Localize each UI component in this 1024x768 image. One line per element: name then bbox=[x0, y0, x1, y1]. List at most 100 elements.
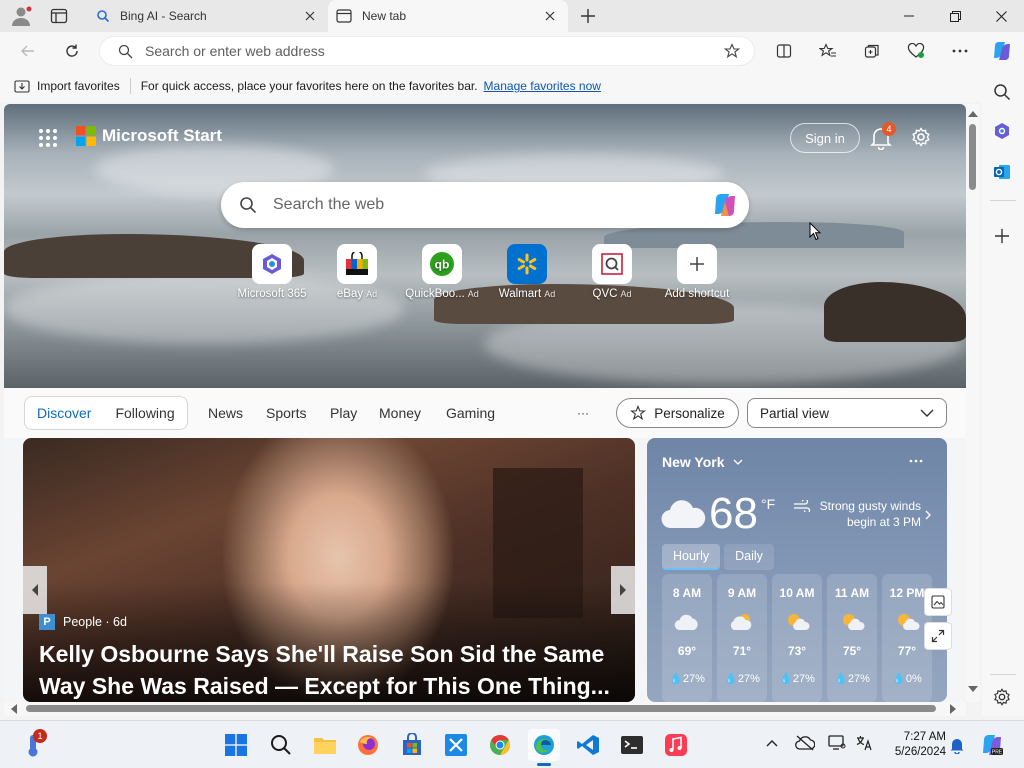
nav-play[interactable]: Play bbox=[330, 396, 357, 430]
address-bar[interactable]: Search or enter web address bbox=[100, 37, 754, 65]
show-hidden-icons-chevron[interactable] bbox=[766, 739, 778, 747]
microsoft-store-icon[interactable] bbox=[396, 729, 428, 761]
restore-button[interactable] bbox=[932, 0, 978, 32]
scroll-right-arrow[interactable] bbox=[950, 704, 957, 714]
favorites-icon[interactable] bbox=[814, 38, 842, 64]
copilot-icon[interactable] bbox=[711, 191, 739, 219]
horizontal-scrollbar[interactable] bbox=[4, 702, 966, 716]
shortcut-ebay[interactable]: eBay Ad bbox=[317, 244, 397, 300]
microsoft-start-logo[interactable]: Microsoft Start bbox=[76, 126, 222, 146]
refresh-button[interactable] bbox=[58, 38, 86, 64]
nav-news[interactable]: News bbox=[208, 396, 243, 430]
weather-tabs: Hourly Daily bbox=[662, 544, 774, 570]
profile-avatar-icon[interactable] bbox=[10, 6, 32, 26]
hourly-forecast-item[interactable]: 9 AM 71° 💧27% bbox=[717, 574, 767, 702]
carousel-next-button[interactable] bbox=[611, 566, 635, 614]
scroll-left-arrow[interactable] bbox=[10, 704, 17, 714]
split-screen-icon[interactable] bbox=[770, 38, 798, 64]
copilot-preview-icon[interactable]: PRE bbox=[980, 733, 1004, 757]
language-icon[interactable] bbox=[855, 735, 873, 751]
ebay-bag-icon bbox=[337, 244, 377, 284]
article-source[interactable]: P People · 6d bbox=[39, 614, 127, 630]
tab-daily[interactable]: Daily bbox=[724, 544, 774, 570]
view-mode-dropdown[interactable]: Partial view bbox=[747, 398, 947, 428]
vs-code-icon[interactable] bbox=[572, 729, 604, 761]
scroll-up-arrow[interactable] bbox=[968, 110, 978, 117]
minimize-button[interactable] bbox=[886, 0, 932, 32]
import-favorites-button[interactable]: Import favorites bbox=[14, 79, 120, 93]
article-headline[interactable]: Kelly Osbourne Says She'll Raise Son Sid… bbox=[39, 638, 619, 702]
tab-actions-icon[interactable] bbox=[50, 8, 68, 24]
edge-icon[interactable] bbox=[528, 729, 560, 761]
tab-discover[interactable]: Discover bbox=[25, 405, 103, 421]
tab-new-tab[interactable]: New tab bbox=[328, 0, 568, 32]
terminal-icon[interactable] bbox=[616, 729, 648, 761]
more-menu-icon[interactable] bbox=[946, 38, 974, 64]
expand-icon bbox=[931, 629, 945, 643]
display-icon[interactable] bbox=[828, 735, 846, 751]
file-explorer-icon[interactable] bbox=[309, 729, 341, 761]
taskbar-clock[interactable]: 7:27 AM 5/26/2024 bbox=[888, 730, 946, 760]
shortcut-qvc[interactable]: QVC Ad bbox=[572, 244, 652, 300]
weather-alert[interactable]: Strong gusty winds begin at 3 PM bbox=[797, 498, 921, 530]
vertical-scrollbar[interactable] bbox=[966, 104, 980, 702]
settings-gear-icon[interactable] bbox=[911, 127, 931, 147]
back-button[interactable] bbox=[14, 38, 42, 64]
notifications-bell-icon[interactable]: 4 bbox=[870, 122, 896, 150]
nav-money[interactable]: Money bbox=[379, 396, 421, 430]
forecast-precip-value: 0% bbox=[905, 673, 922, 685]
start-windows-icon[interactable] bbox=[220, 729, 252, 761]
copilot-icon[interactable] bbox=[988, 38, 1016, 64]
sign-in-button[interactable]: Sign in bbox=[790, 123, 860, 153]
featured-article-card[interactable]: P People · 6d Kelly Osbourne Says She'll… bbox=[23, 438, 635, 702]
hourly-forecast-item[interactable]: 10 AM 73° 💧27% bbox=[772, 574, 822, 702]
expand-button[interactable] bbox=[924, 622, 952, 650]
firefox-icon[interactable] bbox=[352, 729, 384, 761]
shortcut-quickbooks[interactable]: qb QuickBoo... Ad bbox=[402, 244, 482, 300]
scroll-thumb[interactable] bbox=[26, 705, 936, 712]
sidebar-settings-icon[interactable] bbox=[993, 688, 1011, 706]
shortcut-walmart[interactable]: Walmart Ad bbox=[487, 244, 567, 300]
taskbar-search-icon[interactable] bbox=[265, 729, 297, 761]
shortcut-add[interactable]: Add shortcut bbox=[657, 244, 737, 300]
mouse-cursor-icon bbox=[809, 222, 821, 241]
tab-hourly[interactable]: Hourly bbox=[662, 544, 721, 570]
web-search-box[interactable]: Search the web bbox=[221, 182, 749, 228]
browser-essentials-icon[interactable] bbox=[902, 38, 930, 64]
sidebar-microsoft-365-icon[interactable] bbox=[993, 122, 1011, 140]
tab-following[interactable]: Following bbox=[103, 405, 186, 421]
sidebar-search-icon[interactable] bbox=[993, 83, 1011, 101]
chevron-right-icon[interactable] bbox=[925, 510, 931, 520]
new-tab-button[interactable] bbox=[578, 6, 598, 26]
notification-bell-icon[interactable] bbox=[949, 736, 965, 754]
apps-launcher-icon[interactable] bbox=[38, 128, 58, 148]
weather-location[interactable]: New York bbox=[662, 454, 743, 470]
cloud-sync-off-icon[interactable] bbox=[795, 735, 815, 751]
carousel-prev-button[interactable] bbox=[23, 566, 47, 614]
close-tab-icon[interactable] bbox=[540, 6, 560, 26]
apple-music-icon[interactable] bbox=[660, 729, 692, 761]
nav-gaming[interactable]: Gaming bbox=[446, 396, 495, 430]
scroll-thumb[interactable] bbox=[969, 124, 976, 190]
close-tab-icon[interactable] bbox=[300, 6, 320, 26]
weather-more-icon[interactable] bbox=[909, 459, 923, 463]
snipping-tool-icon[interactable] bbox=[440, 729, 472, 761]
feedback-image-button[interactable] bbox=[924, 588, 952, 616]
personalize-button[interactable]: Personalize bbox=[616, 398, 739, 428]
close-window-button[interactable] bbox=[978, 0, 1024, 32]
manage-favorites-link[interactable]: Manage favorites now bbox=[484, 79, 601, 93]
hourly-forecast-item[interactable]: 11 AM 75° 💧27% bbox=[827, 574, 877, 702]
more-nav-button[interactable]: ··· bbox=[577, 396, 589, 430]
sidebar-add-icon[interactable] bbox=[994, 228, 1010, 244]
chrome-icon[interactable] bbox=[484, 729, 516, 761]
sidebar-outlook-icon[interactable] bbox=[993, 163, 1011, 181]
tab-bing-ai[interactable]: Bing AI - Search bbox=[88, 0, 328, 32]
weather-card[interactable]: New York 68 °F Strong gusty winds begin … bbox=[647, 438, 947, 702]
favorite-star-icon[interactable] bbox=[724, 43, 740, 59]
collections-icon[interactable] bbox=[858, 38, 886, 64]
scroll-down-arrow[interactable] bbox=[968, 686, 978, 693]
taskbar-widgets-thermometer-icon[interactable]: 1 bbox=[17, 729, 49, 761]
nav-sports[interactable]: Sports bbox=[266, 396, 306, 430]
hourly-forecast-item[interactable]: 8 AM 69° 💧27% bbox=[662, 574, 712, 702]
shortcut-microsoft-365[interactable]: Microsoft 365 bbox=[232, 244, 312, 300]
